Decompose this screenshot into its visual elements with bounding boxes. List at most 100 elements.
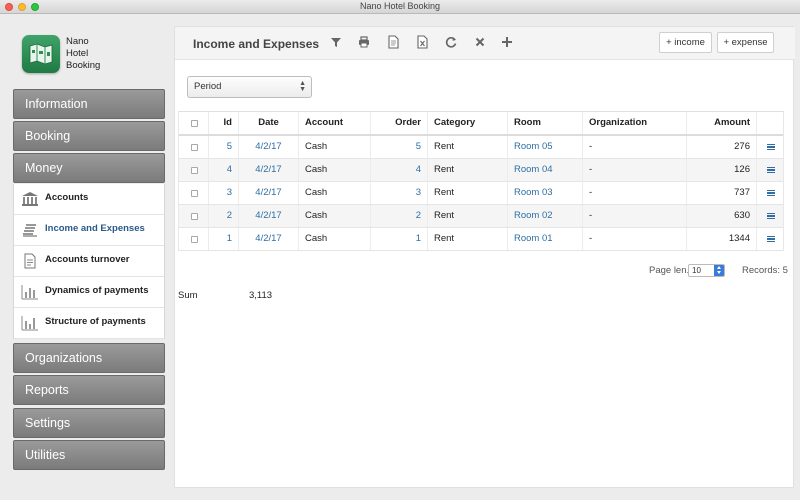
- cell-date[interactable]: 4/2/17: [239, 205, 299, 227]
- row-select-cell: [179, 228, 209, 250]
- column-header-room[interactable]: Room: [508, 112, 583, 134]
- cell-date[interactable]: 4/2/17: [239, 182, 299, 204]
- row-actions-cell: [757, 159, 785, 181]
- row-checkbox[interactable]: [191, 236, 198, 243]
- add-income-button[interactable]: + income: [659, 32, 712, 53]
- sum-label: Sum: [178, 290, 198, 301]
- submenu-item-structure-of-payments[interactable]: Structure of payments: [14, 308, 164, 339]
- nav-money-button[interactable]: Money: [13, 153, 165, 183]
- submenu-item-label: Income and Expenses: [45, 223, 145, 234]
- money-submenu: Accounts Income and Expenses Accounts tu…: [13, 184, 165, 339]
- row-select-cell: [179, 136, 209, 158]
- table-row[interactable]: 5 4/2/17 Cash 5 Rent Room 05 - 276: [179, 136, 783, 159]
- column-header-amount[interactable]: Amount: [687, 112, 757, 134]
- column-header-account[interactable]: Account: [299, 112, 371, 134]
- table-row[interactable]: 2 4/2/17 Cash 2 Rent Room 02 - 630: [179, 205, 783, 228]
- cell-date[interactable]: 4/2/17: [239, 136, 299, 158]
- cell-id[interactable]: 3: [209, 182, 239, 204]
- document-icon[interactable]: [386, 35, 400, 49]
- table-row[interactable]: 3 4/2/17 Cash 3 Rent Room 03 - 737: [179, 182, 783, 205]
- window-title: Nano Hotel Booking: [359, 1, 441, 11]
- cell-id[interactable]: 1: [209, 228, 239, 250]
- cell-organization: -: [583, 228, 687, 250]
- nav-utilities-button[interactable]: Utilities: [13, 440, 165, 470]
- table-row[interactable]: 1 4/2/17 Cash 1 Rent Room 01 - 1344: [179, 228, 783, 251]
- column-header-category[interactable]: Category: [428, 112, 508, 134]
- row-checkbox[interactable]: [191, 213, 198, 220]
- toolbar: Income and Expenses + income + expense: [175, 27, 795, 60]
- sidebar: Nano Hotel Booking Information Booking M…: [0, 15, 172, 500]
- submenu-item-dynamics-of-payments[interactable]: Dynamics of payments: [14, 277, 164, 308]
- column-header-id[interactable]: Id: [209, 112, 239, 134]
- submenu-item-accounts-turnover[interactable]: Accounts turnover: [14, 246, 164, 277]
- cell-account: Cash: [299, 182, 371, 204]
- bar-chart-icon: [21, 285, 38, 300]
- bank-icon: [22, 192, 38, 206]
- submenu-item-income-and-expenses[interactable]: Income and Expenses: [14, 215, 164, 246]
- submenu-item-accounts[interactable]: Accounts: [14, 184, 164, 215]
- cell-amount: 126: [687, 159, 757, 181]
- nav-organizations-button[interactable]: Organizations: [13, 343, 165, 373]
- cell-room[interactable]: Room 02: [508, 205, 583, 227]
- cell-order[interactable]: 1: [371, 228, 428, 250]
- sum-value: 3,113: [249, 290, 273, 301]
- row-menu-icon[interactable]: [767, 167, 775, 173]
- cell-date[interactable]: 4/2/17: [239, 159, 299, 181]
- row-menu-icon[interactable]: [767, 213, 775, 219]
- row-menu-icon[interactable]: [767, 236, 775, 242]
- page-length-select[interactable]: 10: [688, 264, 725, 277]
- table-row[interactable]: 4 4/2/17 Cash 4 Rent Room 04 - 126: [179, 159, 783, 182]
- cell-room[interactable]: Room 05: [508, 136, 583, 158]
- row-actions-cell: [757, 136, 785, 158]
- page-length-label: Page len.: [649, 265, 690, 276]
- plus-icon[interactable]: [500, 35, 514, 49]
- add-expense-button[interactable]: + expense: [717, 32, 774, 53]
- cell-order[interactable]: 3: [371, 182, 428, 204]
- row-checkbox[interactable]: [191, 167, 198, 174]
- page-length-value: 10: [692, 266, 701, 275]
- page-title: Income and Expenses: [193, 37, 320, 51]
- column-header-organization[interactable]: Organization: [583, 112, 687, 134]
- filter-icon[interactable]: [329, 35, 343, 49]
- period-select[interactable]: Period ▲ ▼: [187, 76, 312, 98]
- cell-id[interactable]: 2: [209, 205, 239, 227]
- data-table: Id Date Account Order Category Room Orga…: [178, 111, 784, 251]
- cell-category: Rent: [428, 159, 508, 181]
- chevron-updown-icon: ▲ ▼: [299, 80, 306, 93]
- cell-order[interactable]: 2: [371, 205, 428, 227]
- row-actions-cell: [757, 228, 785, 250]
- cell-room[interactable]: Room 04: [508, 159, 583, 181]
- nav-information-button[interactable]: Information: [13, 89, 165, 119]
- select-all-cell: [179, 112, 209, 134]
- submenu-item-label: Accounts: [45, 192, 89, 203]
- column-header-date[interactable]: Date: [239, 112, 299, 134]
- excel-icon[interactable]: [415, 35, 429, 49]
- chevron-updown-icon: [714, 265, 724, 276]
- nav-reports-button[interactable]: Reports: [13, 375, 165, 405]
- select-all-checkbox[interactable]: [191, 120, 198, 127]
- cell-room[interactable]: Room 01: [508, 228, 583, 250]
- cell-id[interactable]: 5: [209, 136, 239, 158]
- column-header-order[interactable]: Order: [371, 112, 428, 134]
- row-menu-icon[interactable]: [767, 190, 775, 196]
- cell-date[interactable]: 4/2/17: [239, 228, 299, 250]
- nav-booking-button[interactable]: Booking: [13, 121, 165, 151]
- row-checkbox[interactable]: [191, 144, 198, 151]
- cell-order[interactable]: 5: [371, 136, 428, 158]
- row-checkbox[interactable]: [191, 190, 198, 197]
- cell-account: Cash: [299, 136, 371, 158]
- submenu-item-label: Dynamics of payments: [45, 285, 149, 296]
- row-select-cell: [179, 182, 209, 204]
- cell-room[interactable]: Room 03: [508, 182, 583, 204]
- cell-category: Rent: [428, 205, 508, 227]
- cell-order[interactable]: 4: [371, 159, 428, 181]
- cell-id[interactable]: 4: [209, 159, 239, 181]
- cell-amount: 1344: [687, 228, 757, 250]
- close-icon[interactable]: [473, 35, 487, 49]
- row-menu-icon[interactable]: [767, 144, 775, 150]
- refresh-icon[interactable]: [444, 35, 458, 49]
- row-actions-cell: [757, 182, 785, 204]
- print-icon[interactable]: [357, 35, 371, 49]
- nav-settings-button[interactable]: Settings: [13, 408, 165, 438]
- bar-chart-icon: [21, 316, 38, 331]
